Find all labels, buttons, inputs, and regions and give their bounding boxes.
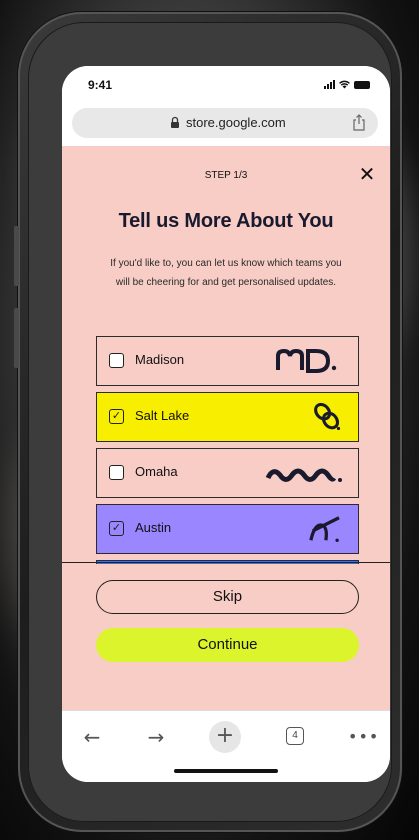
onboarding-modal: STEP 1/3 ✕ Tell us More About You If you… [62,146,390,632]
madison-logo-icon [276,348,337,373]
modal-title: Tell us More About You [118,210,334,232]
volume-up-button [14,226,19,286]
checkbox[interactable] [109,465,124,480]
close-button[interactable]: ✕ [356,163,378,185]
status-time: 9:41 [88,78,113,92]
modal-description: If you'd like to, you can let us know wh… [110,258,342,288]
team-option-salt-lake[interactable]: ✓ Salt Lake [96,392,359,442]
skip-button[interactable]: Skip [96,580,359,614]
home-indicator [174,769,278,773]
team-option-omaha[interactable]: Omaha [96,448,359,498]
continue-button[interactable]: Continue [96,628,359,662]
step-indicator: STEP 1/3 [204,170,248,181]
tab-switcher-button[interactable]: 4 [286,727,304,745]
action-area: Skip Continue [62,564,390,710]
new-tab-plus-icon[interactable]: + [209,721,241,753]
wifi-icon [339,80,350,89]
team-name: Austin [135,520,172,535]
austin-logo-icon [309,516,340,542]
omaha-logo-icon [265,468,342,482]
back-arrow-icon[interactable]: ← [78,723,106,751]
lock-icon [171,116,179,128]
more-menu-icon[interactable]: ••• [348,723,378,751]
team-name: Madison [135,352,185,367]
checkbox[interactable] [109,353,124,368]
team-name: Salt Lake [135,408,190,423]
status-bar: 9:41 [62,66,390,104]
team-option-austin[interactable]: ✓ Austin [96,504,359,554]
url-text: store.google.com [186,115,286,130]
team-name: Omaha [135,464,178,479]
battery-icon [354,80,370,89]
phone-screen: 9:41 store.google.com STEP 1/3 ✕ Tell us [62,66,390,782]
browser-toolbar: ← → + 4 ••• [62,710,390,782]
address-bar[interactable]: store.google.com [72,108,378,138]
forward-arrow-icon[interactable]: → [142,723,170,751]
volume-down-button [14,308,19,368]
status-icons [324,80,370,89]
checkbox-checked[interactable]: ✓ [109,409,124,424]
salt-lake-logo-icon [314,402,341,431]
signal-icon [324,80,335,89]
share-icon[interactable] [352,114,366,131]
checkbox-checked[interactable]: ✓ [109,521,124,536]
team-option-madison[interactable]: Madison [96,336,359,386]
divider [62,562,390,563]
